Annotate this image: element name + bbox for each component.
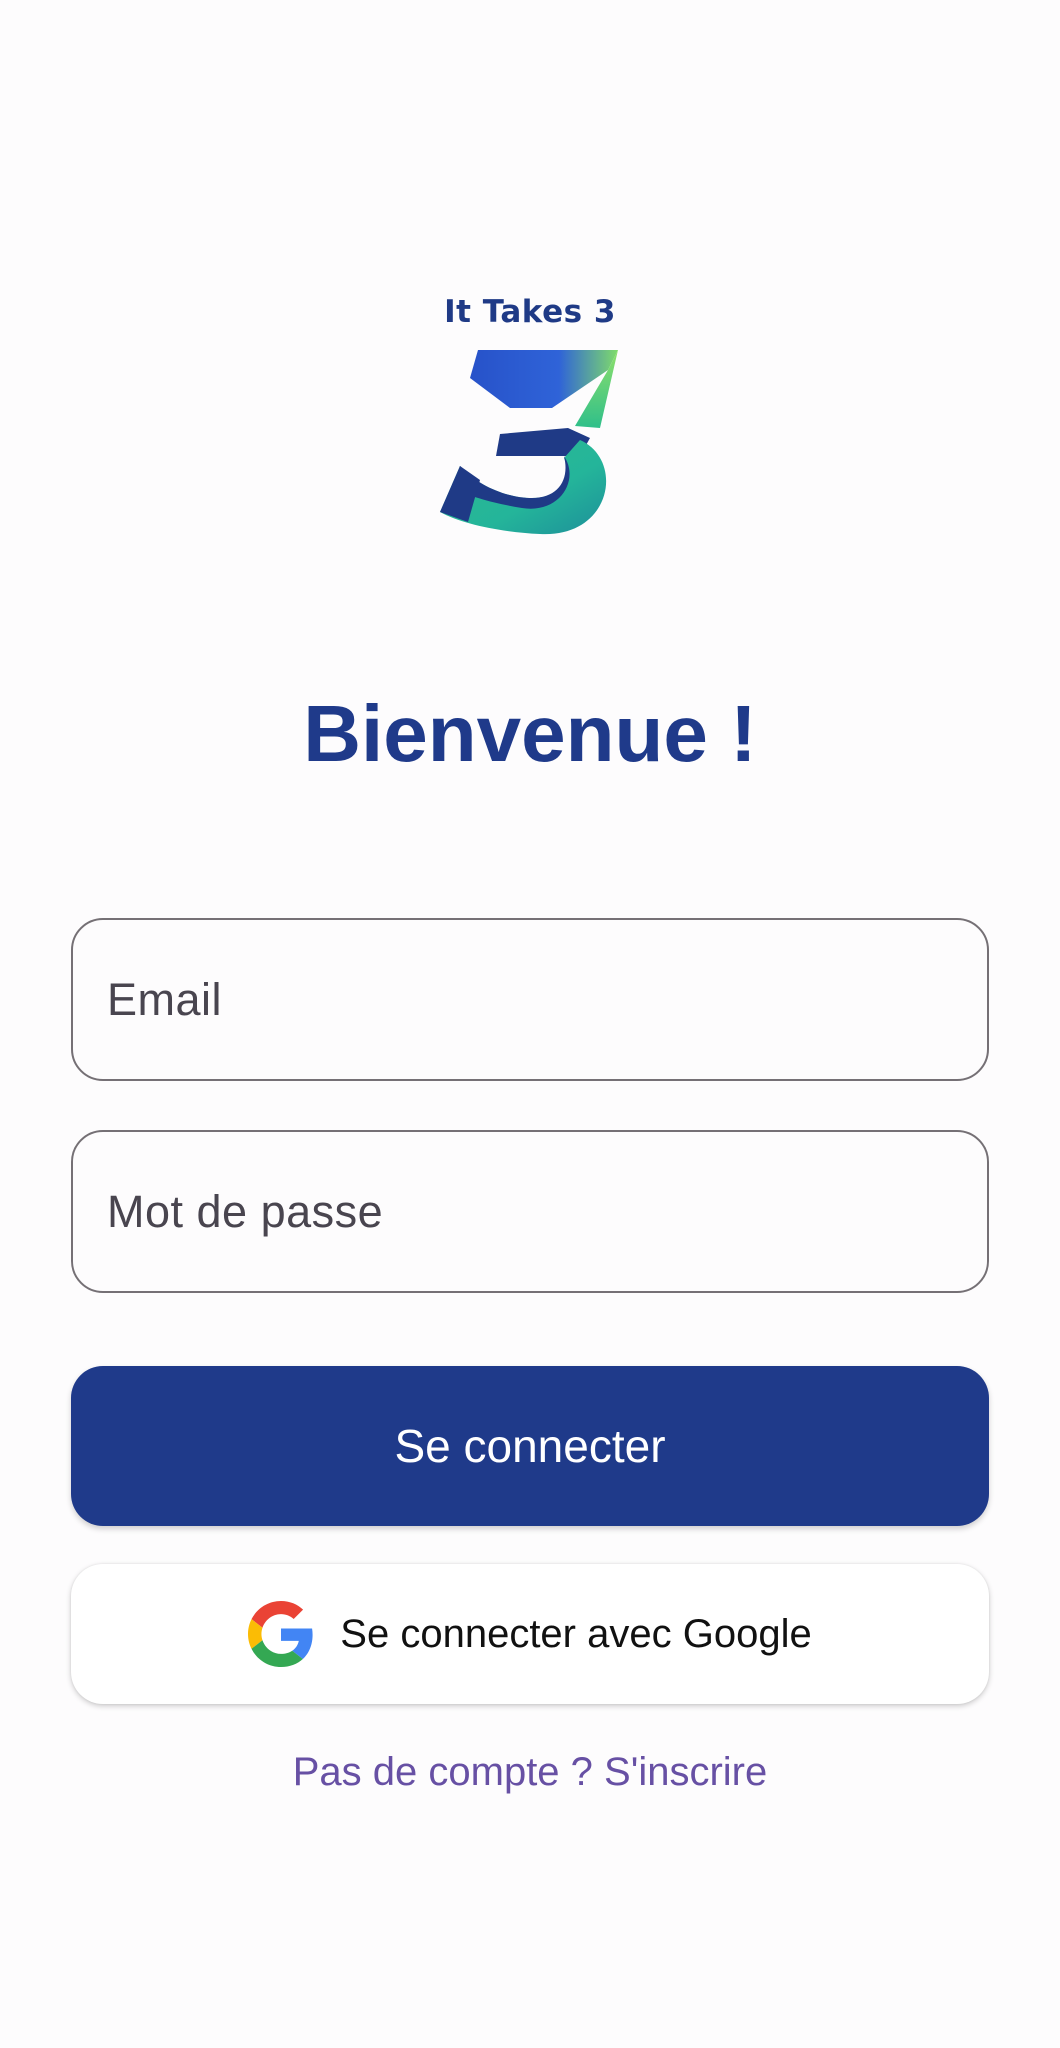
google-login-label: Se connecter avec Google	[340, 1611, 812, 1656]
email-input[interactable]	[107, 920, 957, 1079]
google-g-icon	[248, 1601, 313, 1667]
login-button[interactable]: Se connecter	[71, 1366, 989, 1526]
password-field[interactable]	[71, 1130, 989, 1293]
email-field[interactable]	[71, 918, 989, 1081]
app-logo: It Takes 3	[430, 290, 630, 550]
page-title: Bienvenue !	[303, 689, 757, 778]
signup-link[interactable]: Pas de compte ? S'inscrire	[0, 1750, 1060, 1795]
logo-three-icon	[440, 350, 618, 535]
google-login-button[interactable]: Se connecter avec Google	[71, 1564, 989, 1704]
password-input[interactable]	[107, 1132, 957, 1291]
logo-caption: It Takes 3	[444, 294, 616, 330]
